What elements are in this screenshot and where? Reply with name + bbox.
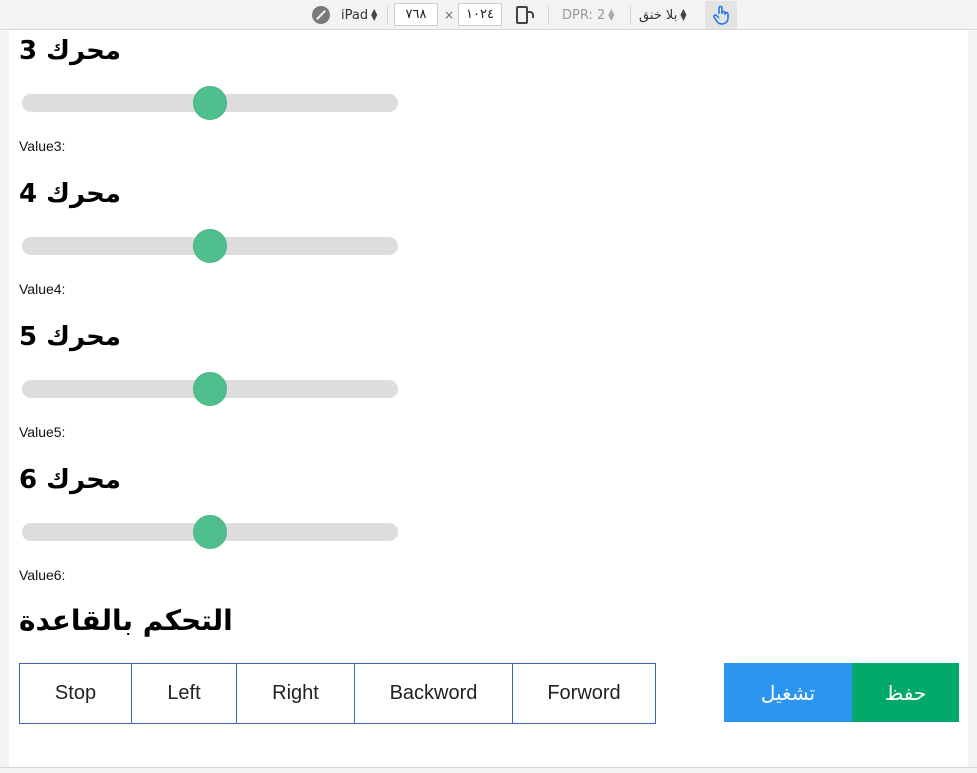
motor-6-slider-thumb[interactable] [193,515,227,549]
motor-3-section: محرك 3 Value3: [19,34,419,154]
run-button[interactable]: تشغيل [724,663,852,722]
base-control-title: التحكم بالقاعدة [19,604,233,637]
motor-4-title: محرك 4 [19,179,121,209]
motor-4-slider-thumb[interactable] [193,229,227,263]
throttle-label: بلا خنق [639,7,678,23]
stop-button[interactable]: Stop [19,663,132,724]
forward-button[interactable]: Forword [512,663,656,724]
dimension-times: × [444,8,455,22]
height-input[interactable]: ٧٦٨ [394,3,438,26]
page-viewport: محرك 3 Value3: محرك 4 Value4: محرك 5 Val… [9,31,968,767]
motor-6-section: محرك 6 Value6: [19,463,419,583]
compass-icon[interactable] [312,0,330,30]
device-toolbar: iPad ▲ ▼ ٧٦٨ × ١٠٢٤ DPR: 2 ▲ ▼ بلا خنق ▲ ▼ [0,0,977,30]
motor-5-value-label: Value5: [19,424,66,440]
touch-toggle-button[interactable] [705,1,737,29]
touch-icon [713,5,729,25]
motor-4-value-label: Value4: [19,281,66,297]
left-button[interactable]: Left [131,663,237,724]
motor-3-title: محرك 3 [19,36,121,66]
device-name: iPad [341,7,369,23]
backward-button[interactable]: Backword [354,663,513,724]
motor-6-value-label: Value6: [19,567,66,583]
motor-4-section: محرك 4 Value4: [19,177,419,297]
motor-5-title: محرك 5 [19,322,121,352]
motor-5-slider-thumb[interactable] [193,372,227,406]
dpr-select[interactable]: DPR: 2 ▲ ▼ [562,0,614,30]
width-input[interactable]: ١٠٢٤ [458,3,502,26]
device-select[interactable]: iPad ▲ ▼ [341,0,377,30]
motor-3-value-label: Value3: [19,138,66,154]
base-control-buttons: Stop Left Right Backword Forword [19,663,656,724]
throttle-select[interactable]: بلا خنق ▲ ▼ [639,0,686,30]
save-button[interactable]: حفظ [852,663,959,722]
rotate-icon[interactable] [516,0,534,30]
right-button[interactable]: Right [236,663,355,724]
dpr-label: DPR: 2 [562,7,606,23]
motor-3-slider-thumb[interactable] [193,86,227,120]
motor-5-section: محرك 5 Value5: [19,320,419,440]
motor-6-title: محرك 6 [19,465,121,495]
